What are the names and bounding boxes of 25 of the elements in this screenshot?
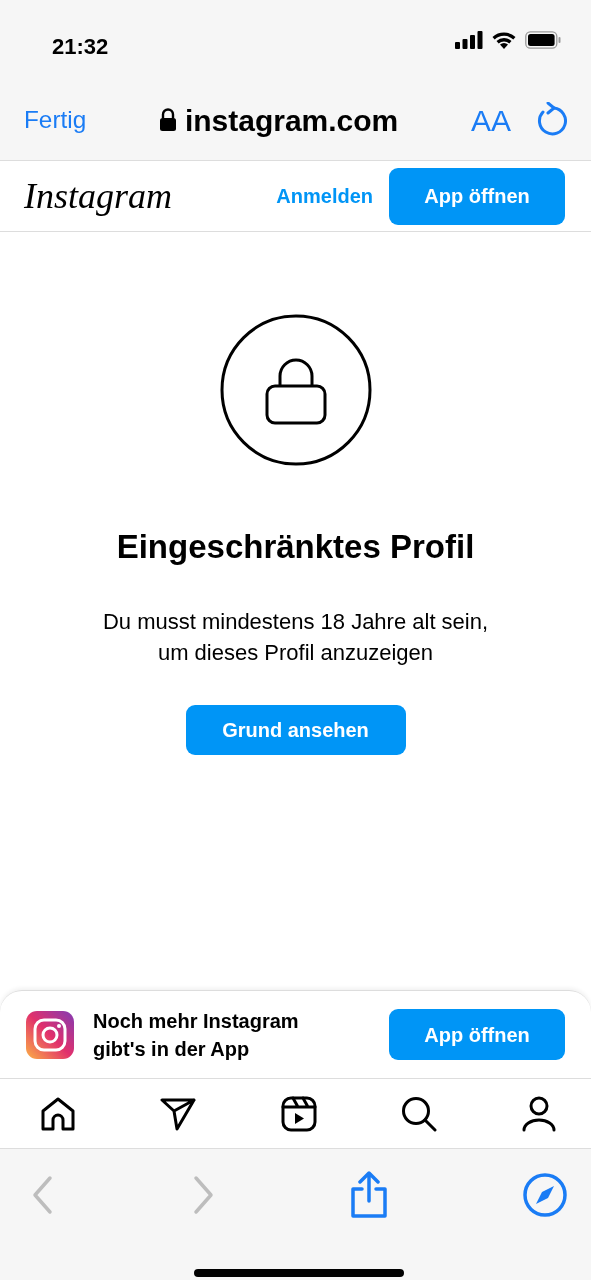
done-link[interactable]: Fertig (24, 101, 87, 139)
compass-icon[interactable] (522, 1173, 567, 1217)
battery-icon (525, 30, 561, 49)
video-icon[interactable] (280, 1095, 317, 1132)
reason-button[interactable]: Grund ansehen (185, 704, 406, 755)
share-icon[interactable] (349, 1171, 390, 1219)
search-icon[interactable] (400, 1095, 437, 1132)
profile-title: Eingeschränktes Profil (115, 527, 476, 567)
lock-icon (158, 108, 177, 132)
open-app-button[interactable]: App öffnen (389, 1009, 565, 1060)
login-link[interactable]: Anmelden (276, 181, 373, 211)
open-app-button[interactable]: App öffnen (389, 167, 565, 225)
lock-icon (219, 314, 372, 466)
reload-icon[interactable] (535, 102, 567, 138)
status-time: 21:32 (52, 33, 109, 61)
text-size-button[interactable]: AA (470, 97, 511, 143)
logo-text[interactable]: Instagram (24, 169, 172, 223)
banner-text: Noch mehr Instagram gibt's in der App (93, 1008, 300, 1062)
signal-icon (455, 30, 483, 49)
camera-app-icon (26, 1010, 74, 1059)
profile-icon[interactable] (521, 1095, 557, 1132)
restriction-message: Du musst mindestens 18 Jahre alt sein, um dieses Profil anzuzeigen (101, 607, 490, 667)
address-text[interactable]: instagram.com (184, 97, 399, 143)
home-icon[interactable] (40, 1095, 76, 1132)
wifi-icon (491, 30, 517, 49)
